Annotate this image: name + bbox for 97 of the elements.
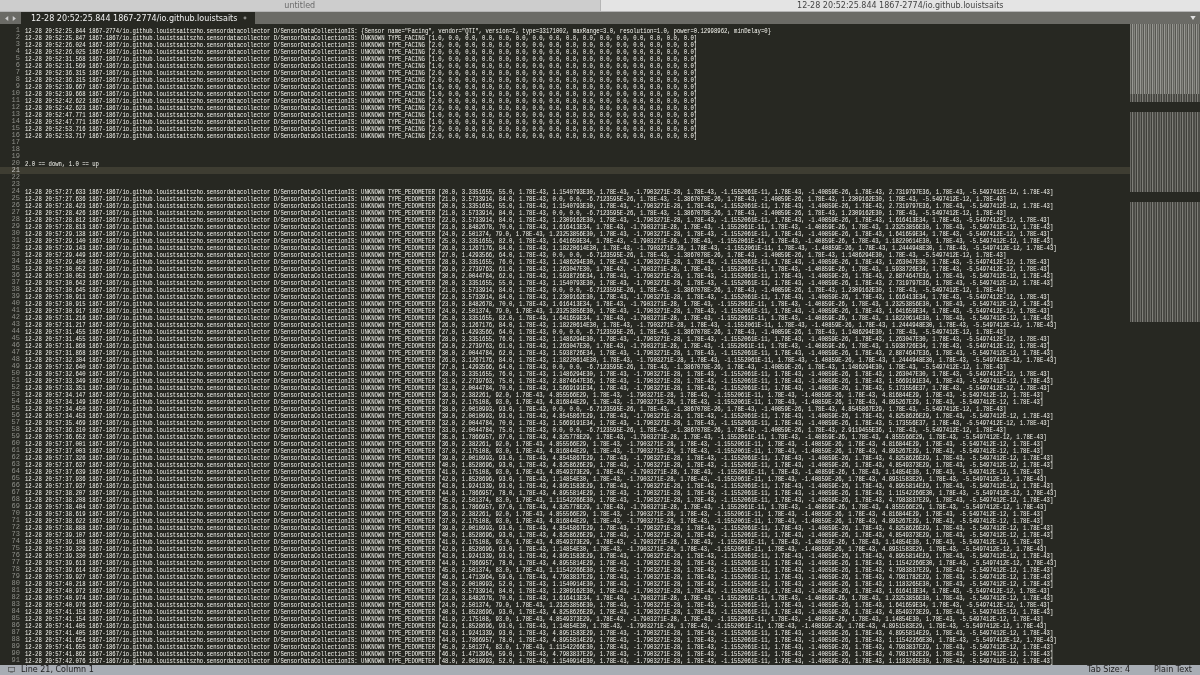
code-line: 12-28 20:57:29.449 1867-1867/io.github.louistsaitszho.sensordatacollector D/SensorDataCollectionIS: UNKNOWN TYPE_PEDOMETER [27.0, 1.4293566, 64.0, 1.78E-43, 0.0, 0.0, -6.7123595E-26, 1.78E-43, -1.3867078E-26, 1.78E-43, -1.40859E-26, 1.78E-43, 1.1486294E30, 1.78E-43, -5.5497412E-12, 1.78E-43] — [25, 251, 1007, 258]
code-line: 12-28 20:57:29.138 1867-1867/io.github.louistsaitszho.sensordatacollector D/SensorDataCollectionIS: UNKNOWN TYPE_PEDOMETER [24.0, 2.501374, 79.0, 1.78E-43, 1.23253856E30, 1.78E-43, -1.7903271E-28, 1.78E-43, -1.1552061E-11, 1.78E-43, -1.40859E-26, 1.78E-43, 1.641659E34, 1.78E-43, -5.5497412E-12, 1.78E-43] — [25, 230, 1050, 237]
code-line: 12-28 20:52:26.024 1867-1867/io.github.louistsaitszho.sensordatacollector D/SensorDataCollectionIS: UNKNOWN TYPE_FACING [2.0, 0.0, 0.0, 0.0, 0.0, 0.0, 0.0, 0.0, 0.0, 0.0, 0.0, 0.0, 0.0, 0.0, 0.0, 0.0] — [25, 41, 698, 48]
code-line: 12-28 20:57:39.329 1867-1867/io.github.louistsaitszho.sensordatacollector D/SensorDataCollectionIS: UNKNOWN TYPE_PEDOMETER [42.0, 1.8528696, 93.0, 1.78E-43, 1.14854E30, 1.78E-43, -1.7903271E-28, 1.78E-43, -1.1552061E-11, 1.78E-43, -1.40859E-26, 1.78E-43, 4.8951583E29, 1.78E-43, -5.5497412E-12, 1.78E-43] — [25, 545, 1047, 552]
code-line: 12-28 20:57:29.450 1867-1867/io.github.louistsaitszho.sensordatacollector D/SensorDataCollectionIS: UNKNOWN TYPE_PEDOMETER [28.0, 3.3351655, 76.0, 1.78E-43, 1.1486294E30, 1.78E-43, -1.7903271E-28, 1.78E-43, -1.1552061E-11, 1.78E-43, -1.40859E-26, 1.78E-43, 1.263047E30, 1.78E-43, -5.5497412E-12, 1.78E-43] — [25, 258, 1050, 265]
code-line: 12-28 20:57:32.640 1867-1867/io.github.louistsaitszho.sensordatacollector D/SensorDataCollectionIS: UNKNOWN TYPE_PEDOMETER [28.0, 3.3351655, 76.0, 1.78E-43, 1.1486294E30, 1.78E-43, -1.7903271E-28, 1.78E-43, -1.1552061E-11, 1.78E-43, -1.40859E-26, 1.78E-43, 1.263047E30, 1.78E-43, -5.5497412E-12, 1.78E-43] — [25, 370, 1050, 377]
code-line: 12-28 20:57:37.001 1867-1867/io.github.louistsaitszho.sensordatacollector D/SensorDataCollectionIS: UNKNOWN TYPE_PEDOMETER [36.0, 2.382261, 92.0, 1.78E-43, 4.855566E29, 1.78E-43, -1.7903271E-28, 1.78E-43, -1.1552061E-11, 1.78E-43, -1.40859E-26, 1.78E-43, 4.816844E29, 1.78E-43, -5.5497412E-12, 1.78E-43] — [25, 440, 1044, 447]
code-line: 12-28 20:52:53.717 1867-1867/io.github.louistsaitszho.sensordatacollector D/SensorDataCollectionIS: UNKNOWN TYPE_FACING [2.0, 0.0, 0.0, 0.0, 0.0, 0.0, 0.0, 0.0, 0.0, 0.0, 0.0, 0.0, 0.0, 0.0, 0.0, 0.0] — [25, 132, 698, 139]
code-line: 12-28 20:57:34.149 1867-1867/io.github.louistsaitszho.sensordatacollector D/SensorDataCollectionIS: UNKNOWN TYPE_PEDOMETER [37.0, 2.175108, 93.0, 1.78E-43, 4.816844E29, 1.78E-43, -1.7903271E-28, 1.78E-43, -1.1552061E-11, 1.78E-43, -1.40859E-26, 1.78E-43, 4.895267E29, 1.78E-43, -5.5497412E-12, 1.78E-43] — [25, 398, 1044, 405]
code-line: 12-28 20:57:33.351 1867-1867/io.github.louistsaitszho.sensordatacollector D/SensorDataCollectionIS: UNKNOWN TYPE_PEDOMETER [32.0, 2.0044784, 70.0, 1.78E-43, 1.5669191E34, 1.78E-43, -1.7903271E-28, 1.78E-43, -1.1552061E-11, 1.78E-43, -1.40859E-26, 1.78E-43, 5.173556E37, 1.78E-43, -5.5497412E-12, 1.78E-43] — [25, 384, 1050, 391]
code-line: 12-28 20:57:41.405 1867-1867/io.github.louistsaitszho.sensordatacollector D/SensorDataCollectionIS: UNKNOWN TYPE_PEDOMETER [43.0, 1.9241339, 93.0, 1.78E-43, 4.8951583E29, 1.78E-43, -1.7903271E-28, 1.78E-43, -1.1552061E-11, 1.78E-43, -1.40859E-26, 1.78E-43, 4.8955814E29, 1.78E-43, -5.5497412E-12, 1.78E-43] — [25, 629, 1054, 636]
code-line: 12-28 20:57:37.637 1867-1867/io.github.louistsaitszho.sensordatacollector D/SensorDataCollectionIS: UNKNOWN TYPE_PEDOMETER [40.0, 1.8528696, 93.0, 1.78E-43, 4.8258626E29, 1.78E-43, -1.7903271E-28, 1.78E-43, -1.1552061E-11, 1.78E-43, -1.40859E-26, 1.78E-43, 4.8549373E29, 1.78E-43, -5.5497412E-12, 1.78E-43] — [25, 461, 1054, 468]
code-line: 12-28 20:52:42.622 1867-1867/io.github.louistsaitszho.sensordatacollector D/SensorDataCollectionIS: UNKNOWN TYPE_FACING [2.0, 0.0, 0.0, 0.0, 0.0, 0.0, 0.0, 0.0, 0.0, 0.0, 0.0, 0.0, 0.0, 0.0, 0.0, 0.0] — [25, 97, 698, 104]
syntax-mode[interactable]: Plain Text — [1154, 665, 1192, 675]
code-line: 12-28 20:57:41.655 1867-1867/io.github.louistsaitszho.sensordatacollector D/SensorDataCollectionIS: UNKNOWN TYPE_PEDOMETER [45.0, 2.501374, 83.0, 1.78E-43, 1.11542266E30, 1.78E-43, -1.7903271E-28, 1.78E-43, -1.1552061E-11, 1.78E-43, -1.40859E-26, 1.78E-43, 4.7983837E29, 1.78E-43, -5.5497412E-12, 1.78E-43] — [25, 643, 1054, 650]
code-line: 12-28 20:57:32.640 1867-1867/io.github.louistsaitszho.sensordatacollector D/SensorDataCollectionIS: UNKNOWN TYPE_PEDOMETER [27.0, 1.4293566, 64.0, 1.78E-43, 0.0, 0.0, -6.7123595E-26, 1.78E-43, -1.3867078E-26, 1.78E-43, -1.40859E-26, 1.78E-43, 1.1486294E30, 1.78E-43, -5.5497412E-12, 1.78E-43] — [25, 363, 1007, 370]
code-line: 12-28 20:57:31.455 1867-1867/io.github.louistsaitszho.sensordatacollector D/SensorDataCollectionIS: UNKNOWN TYPE_PEDOMETER [27.0, 1.4293566, 64.0, 1.78E-43, 0.0, 0.0, -6.7123595E-26, 1.78E-43, -1.3867078E-26, 1.78E-43, -1.40859E-26, 1.78E-43, 1.1486294E30, 1.78E-43, -5.5497412E-12, 1.78E-43] — [25, 328, 1007, 335]
code-line: 12-28 20:57:38.622 1867-1867/io.github.louistsaitszho.sensordatacollector D/SensorDataCollectionIS: UNKNOWN TYPE_PEDOMETER [37.0, 2.175108, 93.0, 1.78E-43, 4.816844E29, 1.78E-43, -1.7903271E-28, 1.78E-43, -1.1552061E-11, 1.78E-43, -1.40859E-26, 1.78E-43, 4.895267E29, 1.78E-43, -5.5497412E-12, 1.78E-43] — [25, 517, 1044, 524]
code-line: 12-28 20:57:28.813 1867-1867/io.github.louistsaitszho.sensordatacollector D/SensorDataCollectionIS: UNKNOWN TYPE_PEDOMETER [23.0, 3.8482678, 70.0, 1.78E-43, 1.616413E34, 1.78E-43, -1.7903271E-28, 1.78E-43, -1.1552061E-11, 1.78E-43, -1.40859E-26, 1.78E-43, 1.23253856E30, 1.78E-43, -5.5497412E-12, 1.78E-43] — [25, 223, 1054, 230]
code-line: 12-28 20:57:31.868 1867-1867/io.github.louistsaitszho.sensordatacollector D/SensorDataCollectionIS: UNKNOWN TYPE_PEDOMETER [29.0, 2.2739763, 61.0, 1.78E-43, 1.263047E30, 1.78E-43, -1.7903271E-28, 1.78E-43, -1.1552061E-11, 1.78E-43, -1.40859E-26, 1.78E-43, 1.5938726E34, 1.78E-43, -5.5497412E-12, 1.78E-43] — [25, 342, 1050, 349]
code-line: 12-28 20:52:25.844 1867-2774/io.github.louistsaitszho.sensordatacollector D/SensorDataCollectionIS: {Sensor name="Facing", vendor="QTI", version=2, type=33171002, maxRange=3.0, resolution=1.0, power=0.12998962, minDelay=0} — [25, 27, 772, 34]
code-line: 12-28 20:57:28.812 1867-1867/io.github.louistsaitszho.sensordatacollector D/SensorDataCollectionIS: UNKNOWN TYPE_PEDOMETER [22.0, 3.5733914, 84.0, 1.78E-43, 1.2309162E30, 1.78E-43, -1.7903271E-28, 1.78E-43, -1.1552061E-11, 1.78E-43, -1.40859E-26, 1.78E-43, 1.616413E34, 1.78E-43, -5.5497412E-12, 1.78E-43] — [25, 216, 1050, 223]
code-line: 12-28 20:57:30.642 1867-1867/io.github.louistsaitszho.sensordatacollector D/SensorDataCollectionIS: UNKNOWN TYPE_PEDOMETER [20.0, 3.3351655, 55.0, 1.78E-43, 1.1540793E30, 1.78E-43, -1.7903271E-28, 1.78E-43, -1.1552061E-11, 1.78E-43, -1.40859E-26, 1.78E-43, 2.7319797E36, 1.78E-43, -5.5497412E-12, 1.78E-43] — [25, 279, 1054, 286]
code-line: 12-28 20:57:40.974 1867-1867/io.github.louistsaitszho.sensordatacollector D/SensorDataCollectionIS: UNKNOWN TYPE_PEDOMETER [23.0, 3.8482678, 70.0, 1.78E-43, 1.616413E34, 1.78E-43, -1.7903271E-28, 1.78E-43, -1.1552061E-11, 1.78E-43, -1.40859E-26, 1.78E-43, 1.23253856E30, 1.78E-43, -5.5497412E-12, 1.78E-43] — [25, 594, 1054, 601]
code-line: 12-28 20:57:39.613 1867-1867/io.github.louistsaitszho.sensordatacollector D/SensorDataCollectionIS: UNKNOWN TYPE_PEDOMETER [44.0, 1.7866957, 78.0, 1.78E-43, 4.8955814E29, 1.78E-43, -1.7903271E-28, 1.78E-43, -1.1552061E-11, 1.78E-43, -1.40859E-26, 1.78E-43, 1.11542266E30, 1.78E-43, -5.5497412E-12, 1.78E-43] — [25, 559, 1057, 566]
monitor-icon[interactable] — [8, 667, 15, 673]
code-line: 12-28 20:57:30.053 1867-1867/io.github.louistsaitszho.sensordatacollector D/SensorDataCollectionIS: UNKNOWN TYPE_PEDOMETER [30.0, 2.0044784, 62.0, 1.78E-43, 1.5938726E34, 1.78E-43, -1.7903271E-28, 1.78E-43, -1.1552061E-11, 1.78E-43, -1.40859E-26, 1.78E-43, 2.8874647E36, 1.78E-43, -5.5497412E-12, 1.78E-43] — [25, 272, 1054, 279]
code-line: 12-28 20:57:38.208 1867-1867/io.github.louistsaitszho.sensordatacollector D/SensorDataCollectionIS: UNKNOWN TYPE_PEDOMETER [45.0, 2.501374, 83.0, 1.78E-43, 1.11542266E30, 1.78E-43, -1.7903271E-28, 1.78E-43, -1.1552061E-11, 1.78E-43, -1.40859E-26, 1.78E-43, 4.7983837E29, 1.78E-43, -5.5497412E-12, 1.78E-43] — [25, 496, 1054, 503]
code-line: 12-28 20:57:30.052 1867-1867/io.github.louistsaitszho.sensordatacollector D/SensorDataCollectionIS: UNKNOWN TYPE_PEDOMETER [29.0, 2.2739763, 61.0, 1.78E-43, 1.263047E30, 1.78E-43, -1.7903271E-28, 1.78E-43, -1.1552061E-11, 1.78E-43, -1.40859E-26, 1.78E-43, 1.5938726E34, 1.78E-43, -5.5497412E-12, 1.78E-43] — [25, 265, 1050, 272]
code-line: 12-28 20:57:31.455 1867-1867/io.github.louistsaitszho.sensordatacollector D/SensorDataCollectionIS: UNKNOWN TYPE_PEDOMETER [28.0, 3.3351655, 76.0, 1.78E-43, 1.1486294E30, 1.78E-43, -1.7903271E-28, 1.78E-43, -1.1552061E-11, 1.78E-43, -1.40859E-26, 1.78E-43, 1.263047E30, 1.78E-43, -5.5497412E-12, 1.78E-43] — [25, 335, 1050, 342]
code-line: 12-28 20:57:34.450 1867-1867/io.github.louistsaitszho.sensordatacollector D/SensorDataCollectionIS: UNKNOWN TYPE_PEDOMETER [38.0, 2.0010993, 93.0, 1.78E-43, 0.0, 0.0, -6.7123595E-26, 1.78E-43, -1.3867078E-26, 1.78E-43, -1.40859E-26, 1.78E-43, 4.8545867E29, 1.78E-43, -5.5497412E-12, 1.78E-43] — [25, 405, 1007, 412]
code-line: 12-28 20:52:47.771 1867-1867/io.github.louistsaitszho.sensordatacollector D/SensorDataCollectionIS: UNKNOWN TYPE_FACING [1.0, 0.0, 0.0, 0.0, 0.0, 0.0, 0.0, 0.0, 0.0, 0.0, 0.0, 0.0, 0.0, 0.0, 0.0, 0.0] — [25, 118, 698, 125]
code-line: 12-28 20:57:41.405 1867-1867/io.github.louistsaitszho.sensordatacollector D/SensorDataCollectionIS: UNKNOWN TYPE_PEDOMETER [42.0, 1.8528696, 93.0, 1.78E-43, 1.14854E30, 1.78E-43, -1.7903271E-28, 1.78E-43, -1.1552061E-11, 1.78E-43, -1.40859E-26, 1.78E-43, 4.8951583E29, 1.78E-43, -5.5497412E-12, 1.78E-43] — [25, 622, 1047, 629]
code-line: 12-28 20:57:30.645 1867-1867/io.github.louistsaitszho.sensordatacollector D/SensorDataCollectionIS: UNKNOWN TYPE_PEDOMETER [21.0, 3.5733914, 84.0, 1.78E-43, 0.0, 0.0, -6.7123595E-26, 1.78E-43, -1.3867078E-26, 1.78E-43, -1.40859E-26, 1.78E-43, 1.2309162E30, 1.78E-43, -5.5497412E-12, 1.78E-43] — [25, 286, 1007, 293]
window-tab[interactable]: 12-28 20:52:25.844 1867-2774/io.github.louistsaits — [599, 0, 1200, 11]
code-line: 12-28 20:52:31.569 1867-1867/io.github.louistsaitszho.sensordatacollector D/SensorDataCollectionIS: UNKNOWN TYPE_FACING [1.0, 0.0, 0.0, 0.0, 0.0, 0.0, 0.0, 0.0, 0.0, 0.0, 0.0, 0.0, 0.0, 0.0, 0.0, 0.0] — [25, 62, 698, 69]
code-line: 12-28 20:57:28.426 1867-1867/io.github.louistsaitszho.sensordatacollector D/SensorDataCollectionIS: UNKNOWN TYPE_PEDOMETER [21.0, 3.5733914, 84.0, 1.78E-43, 0.0, 0.0, -6.7123595E-26, 1.78E-43, -1.3867078E-26, 1.78E-43, -1.40859E-26, 1.78E-43, 1.2309162E30, 1.78E-43, -5.5497412E-12, 1.78E-43] — [25, 209, 1007, 216]
dot-icon[interactable] — [243, 16, 248, 20]
code-line: 12-28 20:57:31.216 1867-1867/io.github.louistsaitszho.sensordatacollector D/SensorDataCollectionIS: UNKNOWN TYPE_PEDOMETER [25.0, 3.3351655, 82.0, 1.78E-43, 1.641659E34, 1.78E-43, -1.7903271E-28, 1.78E-43, -1.1552061E-11, 1.78E-43, -1.40859E-26, 1.78E-43, 1.18220614E30, 1.78E-43, -5.5497412E-12, 1.78E-43] — [25, 314, 1054, 321]
code-line: 12-28 20:57:29.140 1867-1867/io.github.louistsaitszho.sensordatacollector D/SensorDataCollectionIS: UNKNOWN TYPE_PEDOMETER [25.0, 3.3351655, 82.0, 1.78E-43, 1.641659E34, 1.78E-43, -1.7903271E-28, 1.78E-43, -1.1552061E-11, 1.78E-43, -1.40859E-26, 1.78E-43, 1.18220614E30, 1.78E-43, -5.5497412E-12, 1.78E-43] — [25, 237, 1054, 244]
code-line: 12-28 20:57:33.349 1867-1867/io.github.louistsaitszho.sensordatacollector D/SensorDataCollectionIS: UNKNOWN TYPE_PEDOMETER [31.0, 2.2739763, 75.0, 1.78E-43, 2.8874647E36, 1.78E-43, -1.7903271E-28, 1.78E-43, -1.1552061E-11, 1.78E-43, -1.40859E-26, 1.78E-43, 1.5669191E34, 1.78E-43, -5.5497412E-12, 1.78E-43] — [25, 377, 1054, 384]
code-line: 12-28 20:57:39.108 1867-1867/io.github.louistsaitszho.sensordatacollector D/SensorDataCollectionIS: UNKNOWN TYPE_PEDOMETER [41.0, 2.175108, 93.0, 1.78E-43, 4.8549373E29, 1.78E-43, -1.7903271E-28, 1.78E-43, -1.1552061E-11, 1.78E-43, -1.40859E-26, 1.78E-43, 1.14854E30, 1.78E-43, -5.5497412E-12, 1.78E-43] — [25, 538, 1044, 545]
code-line: 12-28 20:52:25.847 1867-1867/io.github.louistsaitszho.sensordatacollector D/SensorDataCollectionIS: UNKNOWN TYPE_FACING [1.0, 0.0, 0.0, 0.0, 0.0, 0.0, 0.0, 0.0, 0.0, 0.0, 0.0, 0.0, 0.0, 0.0, 0.0, 0.0] — [25, 34, 698, 41]
code-line: 12-28 20:57:34.147 1867-1867/io.github.louistsaitszho.sensordatacollector D/SensorDataCollectionIS: UNKNOWN TYPE_PEDOMETER [36.0, 2.382261, 92.0, 1.78E-43, 4.855566E29, 1.78E-43, -1.7903271E-28, 1.78E-43, -1.1552061E-11, 1.78E-43, -1.40859E-26, 1.78E-43, 4.816844E29, 1.78E-43, -5.5497412E-12, 1.78E-43] — [25, 391, 1044, 398]
code-line: 12-28 20:52:47.771 1867-1867/io.github.louistsaitszho.sensordatacollector D/SensorDataCollectionIS: UNKNOWN TYPE_FACING [1.0, 0.0, 0.0, 0.0, 0.0, 0.0, 0.0, 0.0, 0.0, 0.0, 0.0, 0.0, 0.0, 0.0, 0.0, 0.0] — [25, 111, 698, 118]
code-line: 12-28 20:57:27.633 1867-1867/io.github.louistsaitszho.sensordatacollector D/SensorDataCollectionIS: UNKNOWN TYPE_PEDOMETER [20.0, 3.3351655, 55.0, 1.78E-43, 1.1540793E30, 1.78E-43, -1.7903271E-28, 1.78E-43, -1.1552061E-11, 1.78E-43, -1.40859E-26, 1.78E-43, 2.7319797E36, 1.78E-43, -5.5497412E-12, 1.78E-43] — [25, 188, 1054, 195]
code-line: 12-28 20:57:32.304 1867-1867/io.github.louistsaitszho.sensordatacollector D/SensorDataCollectionIS: UNKNOWN TYPE_PEDOMETER [26.0, 3.1267176, 84.0, 1.78E-43, 1.18220614E30, 1.78E-43, -1.7903271E-28, 1.78E-43, -1.1552061E-11, 1.78E-43, -1.40859E-26, 1.78E-43, 1.2444948E30, 1.78E-43, -5.5497412E-12, 1.78E-43] — [25, 356, 1057, 363]
caret-icon[interactable] — [1190, 16, 1196, 20]
code-line: 12-28 20:57:42.076 1867-1867/io.github.louistsaitszho.sensordatacollector D/SensorDataCollectionIS: UNKNOWN TYPE_PEDOMETER [48.0, 2.0010993, 52.0, 1.78E-43, 1.1540914E30, 1.78E-43, -1.7903271E-28, 1.78E-43, -1.1552061E-11, 1.78E-43, -1.40859E-26, 1.78E-43, 1.1183265E30, 1.78E-43, -5.5497412E-12, 1.78E-43] — [25, 657, 1054, 664]
code-line: 12-28 20:57:37.003 1867-1867/io.github.louistsaitszho.sensordatacollector D/SensorDataCollectionIS: UNKNOWN TYPE_PEDOMETER [37.0, 2.175108, 93.0, 1.78E-43, 4.816844E29, 1.78E-43, -1.7903271E-28, 1.78E-43, -1.1552061E-11, 1.78E-43, -1.40859E-26, 1.78E-43, 4.895267E29, 1.78E-43, -5.5497412E-12, 1.78E-43] — [25, 447, 1044, 454]
code-line: 12-28 20:57:41.153 1867-1867/io.github.louistsaitszho.sensordatacollector D/SensorDataCollectionIS: UNKNOWN TYPE_PEDOMETER [40.0, 1.8528696, 93.0, 1.78E-43, 4.8258626E29, 1.78E-43, -1.7903271E-28, 1.78E-43, -1.1552061E-11, 1.78E-43, -1.40859E-26, 1.78E-43, 4.8549373E29, 1.78E-43, -5.5497412E-12, 1.78E-43] — [25, 608, 1054, 615]
code-line: 12-28 20:57:39.107 1867-1867/io.github.louistsaitszho.sensordatacollector D/SensorDataCollectionIS: UNKNOWN TYPE_PEDOMETER [40.0, 1.8528696, 93.0, 1.78E-43, 4.8258626E29, 1.78E-43, -1.7903271E-28, 1.78E-43, -1.1552061E-11, 1.78E-43, -1.40859E-26, 1.78E-43, 4.8549373E29, 1.78E-43, -5.5497412E-12, 1.78E-43] — [25, 531, 1054, 538]
code-line: 12-28 20:57:39.330 1867-1867/io.github.louistsaitszho.sensordatacollector D/SensorDataCollectionIS: UNKNOWN TYPE_PEDOMETER [43.0, 1.9241339, 93.0, 1.78E-43, 4.8951583E29, 1.78E-43, -1.7903271E-28, 1.78E-43, -1.1552061E-11, 1.78E-43, -1.40859E-26, 1.78E-43, 4.8955814E29, 1.78E-43, -5.5497412E-12, 1.78E-43] — [25, 552, 1054, 559]
code-line: 12-28 20:52:36.315 1867-1867/io.github.louistsaitszho.sensordatacollector D/SensorDataCollectionIS: UNKNOWN TYPE_FACING [2.0, 0.0, 0.0, 0.0, 0.0, 0.0, 0.0, 0.0, 0.0, 0.0, 0.0, 0.0, 0.0, 0.0, 0.0, 0.0] — [25, 76, 698, 83]
code-line: 12-28 20:52:39.667 1867-1867/io.github.louistsaitszho.sensordatacollector D/SensorDataCollectionIS: UNKNOWN TYPE_FACING [1.0, 0.0, 0.0, 0.0, 0.0, 0.0, 0.0, 0.0, 0.0, 0.0, 0.0, 0.0, 0.0, 0.0, 0.0, 0.0] — [25, 83, 698, 90]
code-line: 12-28 20:57:27.636 1867-1867/io.github.louistsaitszho.sensordatacollector D/SensorDataCollectionIS: UNKNOWN TYPE_PEDOMETER [21.0, 3.5733914, 84.0, 1.78E-43, 0.0, 0.0, -6.7123595E-26, 1.78E-43, -1.3867078E-26, 1.78E-43, -1.40859E-26, 1.78E-43, 1.2309162E30, 1.78E-43, -5.5497412E-12, 1.78E-43] — [25, 195, 1007, 202]
code-line: 12-28 20:57:38.619 1867-1867/io.github.louistsaitszho.sensordatacollector D/SensorDataCollectionIS: UNKNOWN TYPE_PEDOMETER [36.0, 2.382261, 92.0, 1.78E-43, 4.855566E29, 1.78E-43, -1.7903271E-28, 1.78E-43, -1.1552061E-11, 1.78E-43, -1.40859E-26, 1.78E-43, 4.816844E29, 1.78E-43, -5.5497412E-12, 1.78E-43] — [25, 510, 1044, 517]
code-line: 12-28 20:52:53.716 1867-1867/io.github.louistsaitszho.sensordatacollector D/SensorDataCollectionIS: UNKNOWN TYPE_FACING [2.0, 0.0, 0.0, 0.0, 0.0, 0.0, 0.0, 0.0, 0.0, 0.0, 0.0, 0.0, 0.0, 0.0, 0.0, 0.0] — [25, 125, 698, 132]
code-line: 12-28 20:57:38.888 1867-1867/io.github.louistsaitszho.sensordatacollector D/SensorDataCollectionIS: UNKNOWN TYPE_PEDOMETER [39.0, 2.0010993, 93.0, 1.78E-43, 4.8545867E29, 1.78E-43, -1.7903271E-28, 1.78E-43, -1.1552061E-11, 1.78E-43, -1.40859E-26, 1.78E-43, 4.8258626E29, 1.78E-43, -5.5497412E-12, 1.78E-43] — [25, 524, 1054, 531]
code-line: 2.0 == down, 1.0 == up — [25, 160, 99, 167]
cursor-position: Line 21, Column 1 — [21, 665, 94, 675]
code-line: 12-28 20:57:38.404 1867-1867/io.github.louistsaitszho.sensordatacollector D/SensorDataCollectionIS: UNKNOWN TYPE_PEDOMETER [35.0, 1.7866957, 87.0, 1.78E-43, 4.825778E29, 1.78E-43, -1.7903271E-28, 1.78E-43, -1.1552061E-11, 1.78E-43, -1.40859E-26, 1.78E-43, 4.855566E29, 1.78E-43, -5.5497412E-12, 1.78E-43] — [25, 503, 1047, 510]
code-line: 12-28 20:57:40.218 1867-1867/io.github.louistsaitszho.sensordatacollector D/SensorDataCollectionIS: UNKNOWN TYPE_PEDOMETER [48.0, 2.0010993, 52.0, 1.78E-43, 1.1540914E30, 1.78E-43, -1.7903271E-28, 1.78E-43, -1.1552061E-11, 1.78E-43, -1.40859E-26, 1.78E-43, 1.1183265E30, 1.78E-43, -5.5497412E-12, 1.78E-43] — [25, 580, 1054, 587]
code-line: 12-28 20:57:37.326 1867-1867/io.github.louistsaitszho.sensordatacollector D/SensorDataCollectionIS: UNKNOWN TYPE_PEDOMETER [39.0, 2.0010993, 93.0, 1.78E-43, 4.8545867E29, 1.78E-43, -1.7903271E-28, 1.78E-43, -1.1552061E-11, 1.78E-43, -1.40859E-26, 1.78E-43, 4.8258626E29, 1.78E-43, -5.5497412E-12, 1.78E-43] — [25, 454, 1054, 461]
code-line: 12-28 20:57:36.310 1867-1867/io.github.louistsaitszho.sensordatacollector D/SensorDataCollectionIS: UNKNOWN TYPE_PEDOMETER [33.0, 2.0044784, 75.0, 1.78E-43, 0.0, 0.0, -6.7123595E-26, 1.78E-43, -1.3867078E-26, 1.78E-43, -1.40859E-26, 1.78E-43, 2.9119455E36, 1.78E-43, -5.5497412E-12, 1.78E-43] — [25, 426, 1007, 433]
window-tab[interactable]: untitled — [0, 0, 600, 11]
code-line: 12-28 20:57:38.207 1867-1867/io.github.louistsaitszho.sensordatacollector D/SensorDataCollectionIS: UNKNOWN TYPE_PEDOMETER [44.0, 1.7866957, 78.0, 1.78E-43, 4.8955814E29, 1.78E-43, -1.7903271E-28, 1.78E-43, -1.1552061E-11, 1.78E-43, -1.40859E-26, 1.78E-43, 1.11542266E30, 1.78E-43, -5.5497412E-12, 1.78E-43] — [25, 489, 1057, 496]
code-line: 12-28 20:57:39.927 1867-1867/io.github.louistsaitszho.sensordatacollector D/SensorDataCollectionIS: UNKNOWN TYPE_PEDOMETER [46.0, 1.4713964, 59.0, 1.78E-43, 4.7983837E29, 1.78E-43, -1.7903271E-28, 1.78E-43, -1.1552061E-11, 1.78E-43, -1.40859E-26, 1.78E-43, 4.7981782E29, 1.78E-43, -5.5497412E-12, 1.78E-43] — [25, 573, 1054, 580]
code-line: 12-28 20:57:37.937 1867-1867/io.github.louistsaitszho.sensordatacollector D/SensorDataCollectionIS: UNKNOWN TYPE_PEDOMETER [43.0, 1.9241339, 93.0, 1.78E-43, 4.8951583E29, 1.78E-43, -1.7903271E-28, 1.78E-43, -1.1552061E-11, 1.78E-43, -1.40859E-26, 1.78E-43, 4.8955814E29, 1.78E-43, -5.5497412E-12, 1.78E-43] — [25, 482, 1054, 489]
tab-size[interactable]: Tab Size: 4 — [1087, 665, 1131, 675]
file-tab[interactable]: 12-28 20:52:25.844 1867-2774/io.github.louistsaits — [21, 12, 256, 24]
code-line: 12-28 20:57:36.652 1867-1867/io.github.louistsaitszho.sensordatacollector D/SensorDataCollectionIS: UNKNOWN TYPE_PEDOMETER [35.0, 1.7866957, 87.0, 1.78E-43, 4.825778E29, 1.78E-43, -1.7903271E-28, 1.78E-43, -1.1552061E-11, 1.78E-43, -1.40859E-26, 1.78E-43, 4.855566E29, 1.78E-43, -5.5497412E-12, 1.78E-43] — [25, 433, 1047, 440]
code-line: 12-28 20:57:30.917 1867-1867/io.github.louistsaitszho.sensordatacollector D/SensorDataCollectionIS: UNKNOWN TYPE_PEDOMETER [24.0, 2.501374, 79.0, 1.78E-43, 1.23253856E30, 1.78E-43, -1.7903271E-28, 1.78E-43, -1.1552061E-11, 1.78E-43, -1.40859E-26, 1.78E-43, 1.641659E34, 1.78E-43, -5.5497412E-12, 1.78E-43] — [25, 307, 1050, 314]
code-line: 12-28 20:57:41.154 1867-1867/io.github.louistsaitszho.sensordatacollector D/SensorDataCollectionIS: UNKNOWN TYPE_PEDOMETER [41.0, 2.175108, 93.0, 1.78E-43, 4.8549373E29, 1.78E-43, -1.7903271E-28, 1.78E-43, -1.1552061E-11, 1.78E-43, -1.40859E-26, 1.78E-43, 1.14854E30, 1.78E-43, -5.5497412E-12, 1.78E-43] — [25, 615, 1044, 622]
left-arrow-icon[interactable] — [5, 15, 9, 21]
code-line: 12-28 20:57:41.654 1867-1867/io.github.louistsaitszho.sensordatacollector D/SensorDataCollectionIS: UNKNOWN TYPE_PEDOMETER [44.0, 1.7866957, 78.0, 1.78E-43, 4.8955814E29, 1.78E-43, -1.7903271E-28, 1.78E-43, -1.1552061E-11, 1.78E-43, -1.40859E-26, 1.78E-43, 1.11542266E30, 1.78E-43, -5.5497412E-12, 1.78E-43] — [25, 636, 1057, 643]
tab-title: 12-28 20:52:25.844 1867-2774/io.github.louistsaits — [31, 13, 238, 23]
code-line: 12-28 20:57:28.423 1867-1867/io.github.louistsaitszho.sensordatacollector D/SensorDataCollectionIS: UNKNOWN TYPE_PEDOMETER [20.0, 3.3351655, 55.0, 1.78E-43, 1.1540793E30, 1.78E-43, -1.7903271E-28, 1.78E-43, -1.1552061E-11, 1.78E-43, -1.40859E-26, 1.78E-43, 2.7319797E36, 1.78E-43, -5.5497412E-12, 1.78E-43] — [25, 202, 1054, 209]
code-line: 12-28 20:52:42.623 1867-1867/io.github.louistsaitszho.sensordatacollector D/SensorDataCollectionIS: UNKNOWN TYPE_FACING [2.0, 0.0, 0.0, 0.0, 0.0, 0.0, 0.0, 0.0, 0.0, 0.0, 0.0, 0.0, 0.0, 0.0, 0.0, 0.0] — [25, 104, 698, 111]
code-line: 12-28 20:52:39.668 1867-1867/io.github.louistsaitszho.sensordatacollector D/SensorDataCollectionIS: UNKNOWN TYPE_FACING [1.0, 0.0, 0.0, 0.0, 0.0, 0.0, 0.0, 0.0, 0.0, 0.0, 0.0, 0.0, 0.0, 0.0, 0.0, 0.0] — [25, 90, 698, 97]
code-line: 12-28 20:52:31.568 1867-1867/io.github.louistsaitszho.sensordatacollector D/SensorDataCollectionIS: UNKNOWN TYPE_FACING [1.0, 0.0, 0.0, 0.0, 0.0, 0.0, 0.0, 0.0, 0.0, 0.0, 0.0, 0.0, 0.0, 0.0, 0.0, 0.0] — [25, 55, 698, 62]
code-line: 12-28 20:57:31.868 1867-1867/io.github.louistsaitszho.sensordatacollector D/SensorDataCollectionIS: UNKNOWN TYPE_PEDOMETER [30.0, 2.0044784, 62.0, 1.78E-43, 1.5938726E34, 1.78E-43, -1.7903271E-28, 1.78E-43, -1.1552061E-11, 1.78E-43, -1.40859E-26, 1.78E-43, 2.8874647E36, 1.78E-43, -5.5497412E-12, 1.78E-43] — [25, 349, 1054, 356]
code-line: 12-28 20:57:35.469 1867-1867/io.github.louistsaitszho.sensordatacollector D/SensorDataCollectionIS: UNKNOWN TYPE_PEDOMETER [32.0, 2.0044784, 70.0, 1.78E-43, 1.5669191E34, 1.78E-43, -1.7903271E-28, 1.78E-43, -1.1552061E-11, 1.78E-43, -1.40859E-26, 1.78E-43, 5.173556E37, 1.78E-43, -5.5497412E-12, 1.78E-43] — [25, 419, 1050, 426]
code-line: 12-28 20:57:30.915 1867-1867/io.github.louistsaitszho.sensordatacollector D/SensorDataCollectionIS: UNKNOWN TYPE_PEDOMETER [23.0, 3.8482678, 70.0, 1.78E-43, 1.616413E34, 1.78E-43, -1.7903271E-28, 1.78E-43, -1.1552061E-11, 1.78E-43, -1.40859E-26, 1.78E-43, 1.23253856E30, 1.78E-43, -5.5497412E-12, 1.78E-43] — [25, 300, 1054, 307]
code-line: 12-28 20:57:34.453 1867-1867/io.github.louistsaitszho.sensordatacollector D/SensorDataCollectionIS: UNKNOWN TYPE_PEDOMETER [39.0, 2.0010993, 93.0, 1.78E-43, 4.8545867E29, 1.78E-43, -1.7903271E-28, 1.78E-43, -1.1552061E-11, 1.78E-43, -1.40859E-26, 1.78E-43, 4.8258626E29, 1.78E-43, -5.5497412E-12, 1.78E-43] — [25, 412, 1054, 419]
code-line: 12-28 20:57:41.862 1867-1867/io.github.louistsaitszho.sensordatacollector D/SensorDataCollectionIS: UNKNOWN TYPE_PEDOMETER [46.0, 1.4713964, 59.0, 1.78E-43, 4.7983837E29, 1.78E-43, -1.7903271E-28, 1.78E-43, -1.1552061E-11, 1.78E-43, -1.40859E-26, 1.78E-43, 4.7981782E29, 1.78E-43, -5.5497412E-12, 1.78E-43] — [25, 650, 1054, 657]
code-line: 12-28 20:52:26.025 1867-1867/io.github.louistsaitszho.sensordatacollector D/SensorDataCollectionIS: UNKNOWN TYPE_FACING [2.0, 0.0, 0.0, 0.0, 0.0, 0.0, 0.0, 0.0, 0.0, 0.0, 0.0, 0.0, 0.0, 0.0, 0.0, 0.0] — [25, 48, 698, 55]
right-arrow-icon[interactable] — [12, 15, 16, 21]
code-line: 12-28 20:57:40.972 1867-1867/io.github.louistsaitszho.sensordatacollector D/SensorDataCollectionIS: UNKNOWN TYPE_PEDOMETER [22.0, 3.5733914, 84.0, 1.78E-43, 1.2309162E30, 1.78E-43, -1.7903271E-28, 1.78E-43, -1.1552061E-11, 1.78E-43, -1.40859E-26, 1.78E-43, 1.616413E34, 1.78E-43, -5.5497412E-12, 1.78E-43] — [25, 587, 1050, 594]
code-line: 12-28 20:57:39.614 1867-1867/io.github.louistsaitszho.sensordatacollector D/SensorDataCollectionIS: UNKNOWN TYPE_PEDOMETER [45.0, 2.501374, 83.0, 1.78E-43, 1.11542266E30, 1.78E-43, -1.7903271E-28, 1.78E-43, -1.1552061E-11, 1.78E-43, -1.40859E-26, 1.78E-43, 4.7983837E29, 1.78E-43, -5.5497412E-12, 1.78E-43] — [25, 566, 1054, 573]
code-line: 12-28 20:57:29.143 1867-1867/io.github.louistsaitszho.sensordatacollector D/SensorDataCollectionIS: UNKNOWN TYPE_PEDOMETER [26.0, 3.1267176, 84.0, 1.78E-43, 1.18220614E30, 1.78E-43, -1.7903271E-28, 1.78E-43, -1.1552061E-11, 1.78E-43, -1.40859E-26, 1.78E-43, 1.2444948E30, 1.78E-43, -5.5497412E-12, 1.78E-43] — [25, 244, 1057, 251]
code-line: 12-28 20:57:37.639 1867-1867/io.github.louistsaitszho.sensordatacollector D/SensorDataCollectionIS: UNKNOWN TYPE_PEDOMETER [41.0, 2.175108, 93.0, 1.78E-43, 4.8549373E29, 1.78E-43, -1.7903271E-28, 1.78E-43, -1.1552061E-11, 1.78E-43, -1.40859E-26, 1.78E-43, 1.14854E30, 1.78E-43, -5.5497412E-12, 1.78E-43] — [25, 468, 1044, 475]
code-line: 12-28 20:57:30.911 1867-1867/io.github.louistsaitszho.sensordatacollector D/SensorDataCollectionIS: UNKNOWN TYPE_PEDOMETER [22.0, 3.5733914, 84.0, 1.78E-43, 1.2309162E30, 1.78E-43, -1.7903271E-28, 1.78E-43, -1.1552061E-11, 1.78E-43, -1.40859E-26, 1.78E-43, 1.616413E34, 1.78E-43, -5.5497412E-12, 1.78E-43] — [25, 293, 1050, 300]
code-line: 12-28 20:57:37.936 1867-1867/io.github.louistsaitszho.sensordatacollector D/SensorDataCollectionIS: UNKNOWN TYPE_PEDOMETER [42.0, 1.8528696, 93.0, 1.78E-43, 1.14854E30, 1.78E-43, -1.7903271E-28, 1.78E-43, -1.1552061E-11, 1.78E-43, -1.40859E-26, 1.78E-43, 4.8951583E29, 1.78E-43, -5.5497412E-12, 1.78E-43] — [25, 475, 1047, 482]
code-line: 12-28 20:57:40.976 1867-1867/io.github.louistsaitszho.sensordatacollector D/SensorDataCollectionIS: UNKNOWN TYPE_PEDOMETER [24.0, 2.501374, 79.0, 1.78E-43, 1.23253856E30, 1.78E-43, -1.7903271E-28, 1.78E-43, -1.1552061E-11, 1.78E-43, -1.40859E-26, 1.78E-43, 1.641659E34, 1.78E-43, -5.5497412E-12, 1.78E-43] — [25, 601, 1050, 608]
code-line: 12-28 20:52:36.315 1867-1867/io.github.louistsaitszho.sensordatacollector D/SensorDataCollectionIS: UNKNOWN TYPE_FACING [2.0, 0.0, 0.0, 0.0, 0.0, 0.0, 0.0, 0.0, 0.0, 0.0, 0.0, 0.0, 0.0, 0.0, 0.0, 0.0] — [25, 69, 698, 76]
code-line: 12-28 20:57:31.217 1867-1867/io.github.louistsaitszho.sensordatacollector D/SensorDataCollectionIS: UNKNOWN TYPE_PEDOMETER [26.0, 3.1267176, 84.0, 1.78E-43, 1.18220614E30, 1.78E-43, -1.7903271E-28, 1.78E-43, -1.1552061E-11, 1.78E-43, -1.40859E-26, 1.78E-43, 1.2444948E30, 1.78E-43, -5.5497412E-12, 1.78E-43] — [25, 321, 1057, 328]
